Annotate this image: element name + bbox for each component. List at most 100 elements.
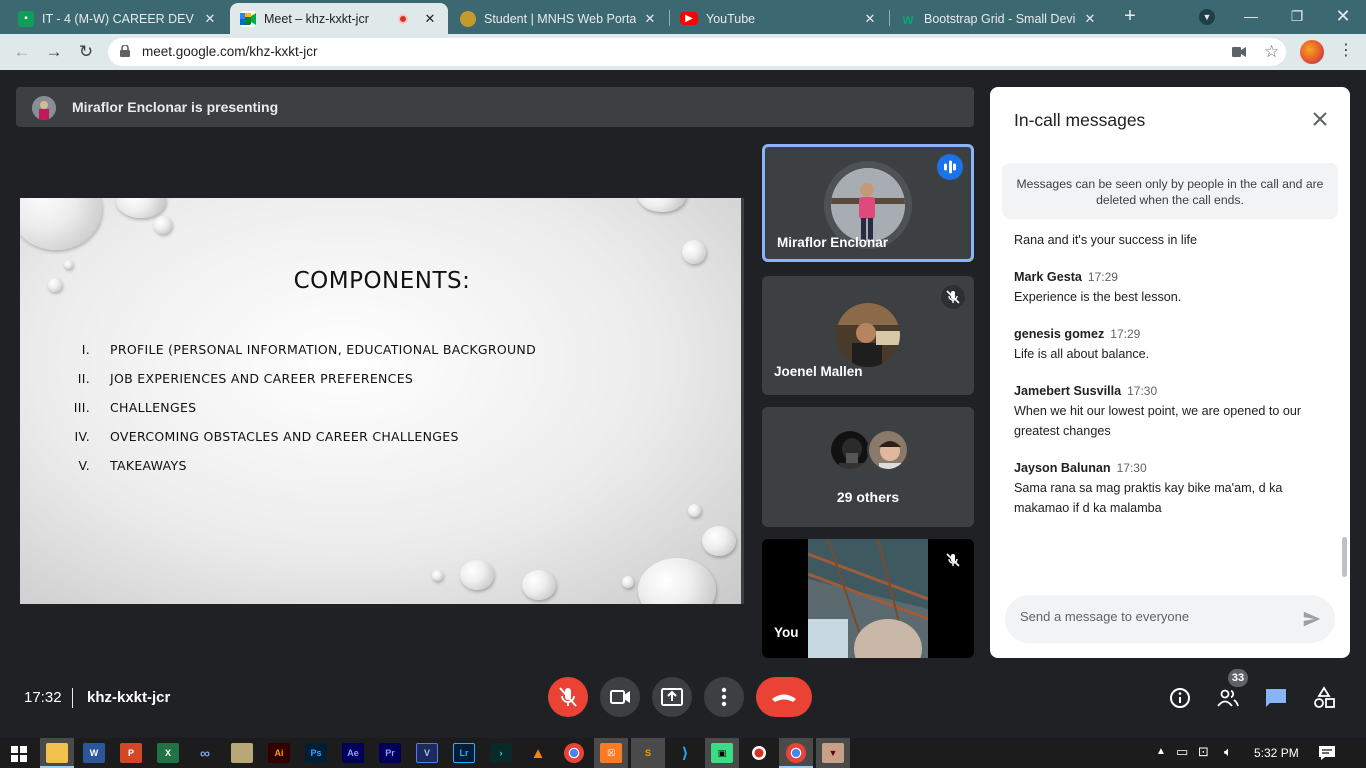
android-studio-icon[interactable]: ▣	[711, 743, 733, 763]
vscode-icon[interactable]: ⟩	[674, 743, 696, 763]
tab-close-icon[interactable]: ✕	[202, 11, 218, 27]
profile-avatar[interactable]	[1300, 40, 1324, 64]
message-text: When we hit our lowest point, we are ope…	[1014, 404, 1302, 418]
close-icon[interactable]	[1308, 107, 1332, 131]
slide-title: COMPONENTS:	[293, 268, 471, 294]
send-icon[interactable]	[1301, 608, 1323, 630]
water-drop	[522, 570, 556, 600]
after-effects-icon[interactable]: Ae	[342, 743, 364, 763]
water-drop	[154, 216, 172, 234]
app-icon[interactable]	[231, 743, 253, 763]
chat-panel-title: In-call messages	[1014, 110, 1146, 130]
microphone-toggle-button[interactable]	[548, 677, 588, 717]
participant-tile-joenel[interactable]: Joenel Mallen	[762, 276, 974, 395]
activities-icon[interactable]	[1312, 686, 1336, 710]
present-screen-icon	[661, 688, 683, 706]
sublime-text-icon[interactable]: S	[637, 743, 659, 763]
new-tab-button[interactable]: +	[1118, 5, 1142, 29]
water-drop	[638, 198, 686, 212]
word-icon[interactable]: W	[83, 743, 105, 763]
camera-permission-icon[interactable]	[1232, 46, 1246, 58]
more-vert-icon	[721, 687, 727, 707]
others-count: 29 others	[836, 489, 900, 505]
infinity-app-icon[interactable]: ∞	[194, 743, 216, 763]
photoshop-icon[interactable]: Ps	[305, 743, 327, 763]
chrome-active-icon[interactable]	[786, 743, 806, 763]
self-view-tile[interactable]: You	[762, 539, 974, 658]
xampp-icon[interactable]: ☒	[600, 743, 622, 763]
message-text: Experience is the best lesson.	[1014, 290, 1182, 304]
participant-avatar	[829, 429, 871, 471]
tab-student-portal[interactable]: Student | MNHS Web Portal ✕	[450, 3, 668, 34]
chat-scrollbar[interactable]	[1342, 537, 1347, 577]
browser-toolbar: ← → ↻ meet.google.com/khz-kxkt-jcr ☆ ⋮	[0, 34, 1366, 70]
network-icon[interactable]: ⊡	[1198, 744, 1209, 760]
participant-name: Joenel Mallen	[774, 364, 863, 379]
chat-icon[interactable]	[1264, 686, 1288, 710]
tab-classroom[interactable]: ▪ IT - 4 (M-W) CAREER DEV (4: ✕	[8, 3, 228, 34]
message-text: Life is all about balance.	[1014, 347, 1150, 361]
participant-avatar	[836, 303, 900, 367]
participant-avatar	[867, 429, 909, 471]
battery-icon[interactable]: ▭	[1176, 744, 1188, 760]
camera-toggle-button[interactable]	[600, 677, 640, 717]
self-video	[808, 539, 928, 658]
illustrator-icon[interactable]: Ai	[268, 743, 290, 763]
tab-youtube[interactable]: ▶ YouTube ✕	[670, 3, 888, 34]
chrome-icon[interactable]	[564, 743, 584, 763]
more-options-button[interactable]	[704, 677, 744, 717]
notifications-icon[interactable]	[1318, 745, 1336, 761]
participant-name: You	[774, 625, 799, 640]
recording-indicator-icon	[398, 13, 408, 24]
participant-tile-others[interactable]: 29 others	[762, 407, 974, 527]
terminal-app-icon[interactable]: ›	[490, 743, 512, 763]
forward-icon[interactable]: →	[42, 40, 66, 64]
reload-icon[interactable]: ↻	[74, 40, 98, 64]
message-list[interactable]: Rana and it's your success in life Mark …	[1014, 230, 1330, 518]
people-icon[interactable]	[1216, 686, 1240, 710]
minimize-icon[interactable]: —	[1228, 0, 1274, 32]
message-header: Jayson Balunan 17:30	[1014, 461, 1147, 475]
bookmark-star-icon[interactable]: ☆	[1264, 42, 1279, 62]
tab-meet[interactable]: Meet – khz-kxkt-jcr ✕	[230, 3, 448, 34]
meeting-details-icon[interactable]	[1168, 686, 1192, 710]
vlc-icon[interactable]: ▲	[527, 743, 549, 763]
camera-icon	[610, 690, 630, 704]
restore-icon[interactable]: ❐	[1274, 0, 1320, 32]
message-input[interactable]	[1020, 609, 1280, 624]
presenter-avatar	[32, 96, 56, 120]
tray-expand-icon[interactable]: ▲	[1156, 746, 1166, 757]
present-screen-button[interactable]	[652, 677, 692, 717]
tab-close-icon[interactable]: ✕	[642, 11, 658, 27]
tab-close-icon[interactable]: ✕	[422, 11, 438, 27]
volume-icon[interactable]: 🔈︎	[1224, 744, 1232, 760]
system-clock[interactable]: 5:32 PM	[1254, 746, 1299, 760]
browser-menu-icon[interactable]: ⋮	[1338, 40, 1354, 60]
premiere-icon[interactable]: Pr	[379, 743, 401, 763]
water-drop	[688, 504, 701, 517]
presentation-app-icon[interactable]: ▼	[822, 743, 844, 763]
tab-w3schools[interactable]: w Bootstrap Grid - Small Device ✕	[890, 3, 1108, 34]
lightroom-icon[interactable]: Lr	[453, 743, 475, 763]
windows-start-icon[interactable]	[11, 746, 27, 762]
participant-tile-miraflor[interactable]: Miraflor Enclonar	[762, 144, 974, 262]
file-explorer-icon[interactable]	[46, 743, 68, 763]
window-close-icon[interactable]: ✕	[1320, 0, 1366, 32]
address-bar[interactable]: meet.google.com/khz-kxkt-jcr ☆	[108, 38, 1286, 66]
recorder-icon[interactable]	[748, 743, 770, 763]
meeting-code: khz-kxkt-jcr	[87, 689, 171, 706]
tab-close-icon[interactable]: ✕	[1082, 11, 1098, 27]
message-text: Rana and it's your success in life	[1014, 233, 1198, 247]
back-icon[interactable]: ←	[10, 40, 34, 64]
leave-call-button[interactable]	[756, 677, 812, 717]
tab-search-icon[interactable]: ▼	[1199, 9, 1215, 25]
message-text: makamao if d ka malamba	[1014, 501, 1162, 515]
mic-off-icon	[559, 687, 577, 707]
excel-icon[interactable]: X	[157, 743, 179, 763]
message-text: greatest changes	[1014, 424, 1111, 438]
tab-close-icon[interactable]: ✕	[862, 11, 878, 27]
powerpoint-icon[interactable]: P	[120, 743, 142, 763]
browser-tab-strip: ▪ IT - 4 (M-W) CAREER DEV (4: ✕ Meet – k…	[0, 0, 1366, 34]
visio-icon[interactable]: V	[416, 743, 438, 763]
in-call-messages-panel: In-call messages Messages can be seen on…	[990, 87, 1350, 658]
